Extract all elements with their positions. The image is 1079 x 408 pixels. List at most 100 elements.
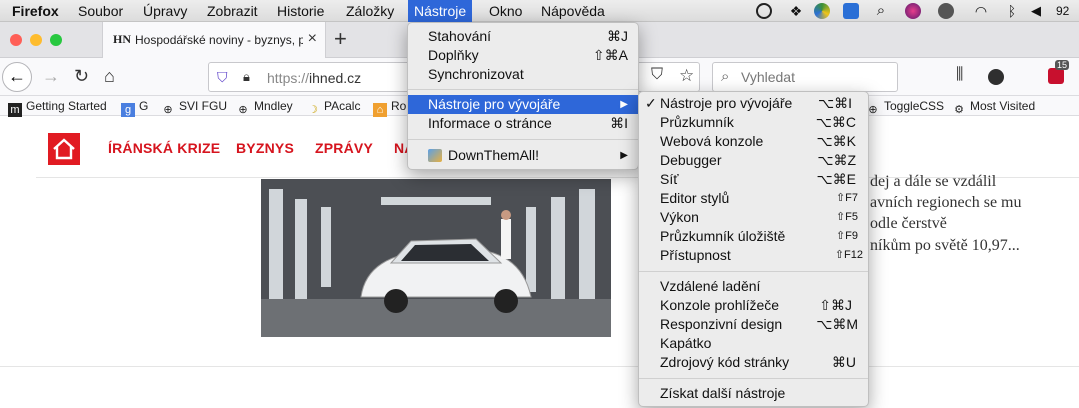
new-tab-button[interactable]: + <box>334 26 347 52</box>
bookmark-svi-fgu[interactable]: ⊕ SVI FGU <box>161 99 227 117</box>
spotlight-search-icon[interactable]: ⌕ <box>873 3 889 19</box>
bookmark-g[interactable]: gG <box>121 99 148 117</box>
search-box[interactable]: ⌕ <box>712 62 898 92</box>
dev-item-ziskat-dalsi-nastroje[interactable]: Získat další nástroje <box>639 384 868 403</box>
menu-item-shortcut: ⌘I <box>610 115 628 131</box>
adblock-plus-icon[interactable] <box>1048 68 1064 84</box>
dev-item-nastroje-pro-vyvojare[interactable]: ✓ Nástroje pro vývojáře ⌥⌘I <box>639 94 868 113</box>
menu-item-label: Přístupnost <box>660 247 731 263</box>
menu-item-shortcut: ⌘J <box>607 28 628 44</box>
tray-monitor-icon[interactable] <box>938 3 954 19</box>
pocket-icon[interactable]: ⛉ <box>651 66 663 84</box>
menu-item-label: Kapátko <box>660 335 712 351</box>
bookmark-getting-started[interactable]: m Getting Started <box>8 99 107 117</box>
menubar-zalozky[interactable]: Záložky <box>346 2 394 20</box>
tray-color-icon[interactable] <box>905 3 921 19</box>
article-text-line[interactable]: odle čerstvě <box>870 215 947 233</box>
site-nav-byznys[interactable]: BYZNYS <box>236 140 294 156</box>
menu-item-label: Responzivní design <box>660 316 783 332</box>
menu-item-label: Získat další nástroje <box>660 385 786 401</box>
site-nav-zpravy[interactable]: ZPRÁVY <box>315 140 373 156</box>
menu-item-stahovani[interactable]: Stahování ⌘J <box>408 27 638 46</box>
window-close-button[interactable] <box>10 34 22 46</box>
menu-item-label: Zdrojový kód stránky <box>660 354 790 370</box>
dev-item-debugger[interactable]: Debugger ⌥⌘Z <box>639 151 868 170</box>
menu-item-label: Informace o stránce <box>428 115 552 131</box>
forward-button[interactable]: → <box>42 66 60 87</box>
tab-close-icon[interactable]: × <box>308 30 317 48</box>
search-icon: ⌕ <box>721 68 730 85</box>
menu-item-label: DownThemAll! <box>448 147 540 163</box>
menubar-upravy[interactable]: Úpravy <box>143 2 187 20</box>
dev-item-zdrojovy-kod-stranky[interactable]: Zdrojový kód stránky ⌘U <box>639 353 868 372</box>
tray-app-icon[interactable] <box>814 3 830 19</box>
menu-item-label: Vzdálené ladění <box>660 278 761 294</box>
dev-item-pristupnost[interactable]: Přístupnost ⇧F12 <box>639 246 868 265</box>
bookmark-label: Ro <box>391 99 407 113</box>
dev-item-responzivni-design[interactable]: Responzivní design ⌥⌘M <box>639 315 868 334</box>
dev-item-webova-konzole[interactable]: Webová konzole ⌥⌘K <box>639 132 868 151</box>
article-text-line[interactable]: avních regionech se mu <box>870 194 1022 212</box>
tab-hospodarske-noviny[interactable]: HN Hospodářské noviny - byznys, p × <box>102 22 326 58</box>
menubar-zobrazit[interactable]: Zobrazit <box>207 2 258 20</box>
bookmark-label: PAcalc <box>324 99 361 113</box>
menu-item-downthemall[interactable]: DownThemAll! ▶ <box>408 146 638 165</box>
bookmark-pacalc[interactable]: ☽ PAcalc <box>306 99 360 117</box>
menu-item-shortcut: ⇧F5 <box>835 211 858 223</box>
dev-item-vykon[interactable]: Výkon ⇧F5 <box>639 208 868 227</box>
search-input[interactable] <box>741 69 891 85</box>
tray-h-icon[interactable] <box>843 3 859 19</box>
menubar-nastroje[interactable]: Nástroje <box>408 0 473 22</box>
bookmark-most-visited[interactable]: ⚙ Most Visited <box>952 99 1035 117</box>
menubar-app-firefox[interactable]: Firefox <box>12 2 59 20</box>
dev-item-konzole-prohlizece[interactable]: Konzole prohlížeče ⇧⌘J <box>639 296 868 315</box>
article-text-line[interactable]: dej a dále se vzdálil <box>870 173 996 191</box>
lock-icon[interactable]: 🔒︎ <box>243 69 250 85</box>
back-button[interactable]: ← <box>2 62 32 92</box>
site-nav-iranska-krize[interactable]: ÍRÁNSKÁ KRIZE <box>108 140 220 156</box>
home-button[interactable]: ⌂ <box>104 66 115 87</box>
dev-item-vzdalene-ladeni[interactable]: Vzdálené ladění <box>639 277 868 296</box>
wifi-icon[interactable]: ◠ <box>973 3 989 19</box>
evernote-icon[interactable] <box>988 69 1004 85</box>
menu-item-doplnky[interactable]: Doplňky ⇧⌘A <box>408 46 638 65</box>
menu-item-label: Nástroje pro vývojáře <box>428 96 561 112</box>
url-scheme: https:// <box>267 70 310 86</box>
window-zoom-button[interactable] <box>50 34 62 46</box>
bookmark-star-icon[interactable]: ☆ <box>679 66 694 86</box>
menu-item-nastroje-pro-vyvojare[interactable]: Nástroje pro vývojáře ▶ <box>408 95 638 114</box>
menubar-napoveda[interactable]: Nápověda <box>541 2 605 20</box>
tracking-protection-shield-icon[interactable]: ⛉ <box>217 69 228 86</box>
menu-item-synchronizovat[interactable]: Synchronizovat <box>408 65 638 84</box>
bookmark-mndley[interactable]: ⊕ Mndley <box>236 99 292 117</box>
menu-item-shortcut: ⇧⌘A <box>592 47 628 63</box>
url-text[interactable]: https://ihned.cz <box>267 70 361 86</box>
library-icon[interactable]: ⫼ <box>956 66 963 84</box>
menubar-soubor[interactable]: Soubor <box>78 2 123 20</box>
dev-item-pruzkumnik-uloziste[interactable]: Průzkumník úložiště ⇧F9 <box>639 227 868 246</box>
dev-item-editor-stylu[interactable]: Editor stylů ⇧F7 <box>639 189 868 208</box>
globe-icon: ⊕ <box>163 104 173 116</box>
dev-item-sit[interactable]: Síť ⌥⌘E <box>639 170 868 189</box>
menubar-historie[interactable]: Historie <box>277 2 324 20</box>
mendeley-icon: m <box>8 103 22 117</box>
bookmark-label: SVI FGU <box>179 99 228 113</box>
dev-item-pruzkumnik[interactable]: Průzkumník ⌥⌘C <box>639 113 868 132</box>
site-home-logo-icon[interactable] <box>48 133 80 165</box>
google-icon: g <box>121 103 135 117</box>
article-text-line[interactable]: níkům po světě 10,97... <box>870 237 1020 255</box>
dev-item-kapatko[interactable]: Kapátko <box>639 334 868 353</box>
dropbox-icon[interactable]: ❖ <box>788 3 804 19</box>
volume-icon[interactable]: ◀ <box>1028 3 1044 19</box>
bluetooth-icon[interactable]: ᛒ <box>1004 3 1020 19</box>
tray-1password-icon[interactable] <box>756 3 772 19</box>
menu-item-informace-o-strance[interactable]: Informace o stránce ⌘I <box>408 114 638 133</box>
reload-button[interactable]: ↻ <box>74 66 89 87</box>
bookmark-togglecss[interactable]: ⊕ ToggleCSS <box>866 99 944 117</box>
bookmark-ro[interactable]: ⌂ Ro <box>373 99 406 117</box>
menubar-okno[interactable]: Okno <box>489 2 522 20</box>
menu-separator <box>639 378 868 379</box>
window-minimize-button[interactable] <box>30 34 42 46</box>
article-photo-car-factory[interactable] <box>261 179 611 337</box>
bookmark-orange-icon: ⌂ <box>373 103 387 117</box>
